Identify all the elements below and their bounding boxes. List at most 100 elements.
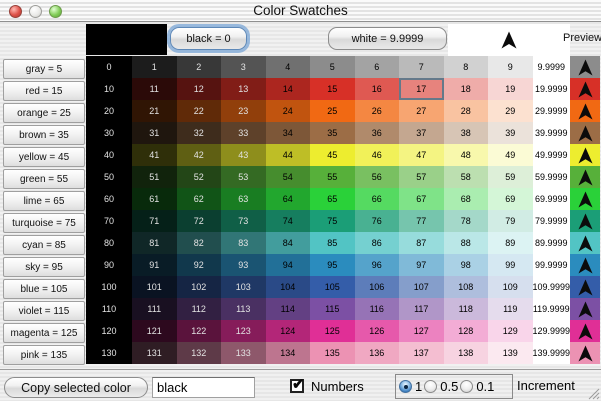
swatch-cell-6[interactable]: 6 bbox=[355, 56, 400, 78]
swatch-cell-35[interactable]: 35 bbox=[310, 122, 355, 144]
swatch-cell-17[interactable]: 17 bbox=[399, 78, 444, 100]
swatch-max-yellow[interactable]: 49.9999 bbox=[533, 144, 571, 166]
swatch-cell-41[interactable]: 41 bbox=[132, 144, 177, 166]
swatch-cell-43[interactable]: 43 bbox=[221, 144, 266, 166]
swatch-cell-95[interactable]: 95 bbox=[310, 254, 355, 276]
swatch-cell-118[interactable]: 118 bbox=[444, 298, 489, 320]
swatch-cell-27[interactable]: 27 bbox=[399, 100, 444, 122]
radio-button-1[interactable] bbox=[399, 380, 412, 393]
swatch-cell-106[interactable]: 106 bbox=[355, 276, 400, 298]
swatch-cell-86[interactable]: 86 bbox=[355, 232, 400, 254]
swatch-cell-116[interactable]: 116 bbox=[355, 298, 400, 320]
sidebar-item-violet[interactable]: violet = 115 bbox=[3, 301, 85, 321]
swatch-cell-15[interactable]: 15 bbox=[310, 78, 355, 100]
swatch-cell-65[interactable]: 65 bbox=[310, 188, 355, 210]
swatch-cell-38[interactable]: 38 bbox=[444, 122, 489, 144]
swatch-cell-57[interactable]: 57 bbox=[399, 166, 444, 188]
swatch-cell-136[interactable]: 136 bbox=[355, 342, 400, 364]
swatch-max-orange[interactable]: 29.9999 bbox=[533, 100, 571, 122]
swatch-cell-124[interactable]: 124 bbox=[266, 320, 311, 342]
swatch-cell-119[interactable]: 119 bbox=[488, 298, 533, 320]
swatch-max-pink[interactable]: 139.9999 bbox=[533, 342, 571, 364]
swatch-cell-79[interactable]: 79 bbox=[488, 210, 533, 232]
swatch-cell-110[interactable]: 110 bbox=[86, 298, 132, 320]
sidebar-item-magenta[interactable]: magenta = 125 bbox=[3, 323, 85, 343]
swatch-cell-34[interactable]: 34 bbox=[266, 122, 311, 144]
swatch-cell-3[interactable]: 3 bbox=[221, 56, 266, 78]
radio-button-0.1[interactable] bbox=[460, 380, 473, 393]
swatch-cell-53[interactable]: 53 bbox=[221, 166, 266, 188]
swatch-cell-52[interactable]: 52 bbox=[177, 166, 222, 188]
swatch-cell-129[interactable]: 129 bbox=[488, 320, 533, 342]
swatch-cell-137[interactable]: 137 bbox=[399, 342, 444, 364]
swatch-cell-93[interactable]: 93 bbox=[221, 254, 266, 276]
swatch-cell-29[interactable]: 29 bbox=[488, 100, 533, 122]
swatch-cell-8[interactable]: 8 bbox=[444, 56, 489, 78]
swatch-cell-54[interactable]: 54 bbox=[266, 166, 311, 188]
swatch-max-sky[interactable]: 99.9999 bbox=[533, 254, 571, 276]
swatch-cell-123[interactable]: 123 bbox=[221, 320, 266, 342]
swatch-cell-115[interactable]: 115 bbox=[310, 298, 355, 320]
sidebar-item-red[interactable]: red = 15 bbox=[3, 81, 85, 101]
swatch-cell-19[interactable]: 19 bbox=[488, 78, 533, 100]
swatch-cell-23[interactable]: 23 bbox=[221, 100, 266, 122]
swatch-cell-84[interactable]: 84 bbox=[266, 232, 311, 254]
swatch-cell-82[interactable]: 82 bbox=[177, 232, 222, 254]
swatch-cell-117[interactable]: 117 bbox=[399, 298, 444, 320]
swatch-cell-121[interactable]: 121 bbox=[132, 320, 177, 342]
resize-grip-icon[interactable] bbox=[586, 386, 600, 400]
swatch-cell-122[interactable]: 122 bbox=[177, 320, 222, 342]
swatch-cell-88[interactable]: 88 bbox=[444, 232, 489, 254]
swatch-cell-99[interactable]: 99 bbox=[488, 254, 533, 276]
swatch-cell-64[interactable]: 64 bbox=[266, 188, 311, 210]
sidebar-item-blue[interactable]: blue = 105 bbox=[3, 279, 85, 299]
swatch-cell-63[interactable]: 63 bbox=[221, 188, 266, 210]
swatch-cell-49[interactable]: 49 bbox=[488, 144, 533, 166]
swatch-cell-13[interactable]: 13 bbox=[221, 78, 266, 100]
swatch-cell-45[interactable]: 45 bbox=[310, 144, 355, 166]
swatch-cell-72[interactable]: 72 bbox=[177, 210, 222, 232]
swatch-max-cyan[interactable]: 89.9999 bbox=[533, 232, 571, 254]
swatch-cell-33[interactable]: 33 bbox=[221, 122, 266, 144]
swatch-cell-31[interactable]: 31 bbox=[132, 122, 177, 144]
swatch-cell-100[interactable]: 100 bbox=[86, 276, 132, 298]
swatch-max-lime[interactable]: 69.9999 bbox=[533, 188, 571, 210]
swatch-max-brown[interactable]: 39.9999 bbox=[533, 122, 571, 144]
swatch-cell-139[interactable]: 139 bbox=[488, 342, 533, 364]
swatch-cell-47[interactable]: 47 bbox=[399, 144, 444, 166]
swatch-cell-101[interactable]: 101 bbox=[132, 276, 177, 298]
swatch-cell-68[interactable]: 68 bbox=[444, 188, 489, 210]
swatch-cell-37[interactable]: 37 bbox=[399, 122, 444, 144]
swatch-max-gray[interactable]: 9.9999 bbox=[533, 56, 571, 78]
swatch-cell-28[interactable]: 28 bbox=[444, 100, 489, 122]
swatch-cell-25[interactable]: 25 bbox=[310, 100, 355, 122]
swatch-cell-66[interactable]: 66 bbox=[355, 188, 400, 210]
swatch-cell-113[interactable]: 113 bbox=[221, 298, 266, 320]
sidebar-item-gray[interactable]: gray = 5 bbox=[3, 59, 85, 79]
swatch-cell-78[interactable]: 78 bbox=[444, 210, 489, 232]
swatch-cell-44[interactable]: 44 bbox=[266, 144, 311, 166]
sidebar-item-brown[interactable]: brown = 35 bbox=[3, 125, 85, 145]
swatch-cell-97[interactable]: 97 bbox=[399, 254, 444, 276]
swatch-max-violet[interactable]: 119.9999 bbox=[533, 298, 571, 320]
sidebar-item-yellow[interactable]: yellow = 45 bbox=[3, 147, 85, 167]
swatch-cell-40[interactable]: 40 bbox=[86, 144, 132, 166]
white-button[interactable]: white = 9.9999 bbox=[328, 27, 447, 50]
swatch-max-magenta[interactable]: 129.9999 bbox=[533, 320, 571, 342]
black-button[interactable]: black = 0 bbox=[170, 27, 247, 50]
swatch-cell-94[interactable]: 94 bbox=[266, 254, 311, 276]
selected-color-field[interactable] bbox=[152, 377, 255, 398]
swatch-cell-105[interactable]: 105 bbox=[310, 276, 355, 298]
swatch-cell-87[interactable]: 87 bbox=[399, 232, 444, 254]
swatch-cell-130[interactable]: 130 bbox=[86, 342, 132, 364]
swatch-cell-22[interactable]: 22 bbox=[177, 100, 222, 122]
numbers-checkbox[interactable]: ✔ bbox=[290, 379, 304, 393]
swatch-cell-70[interactable]: 70 bbox=[86, 210, 132, 232]
swatch-cell-102[interactable]: 102 bbox=[177, 276, 222, 298]
swatch-cell-112[interactable]: 112 bbox=[177, 298, 222, 320]
radio-button-0.5[interactable] bbox=[424, 380, 437, 393]
swatch-max-green[interactable]: 59.9999 bbox=[533, 166, 571, 188]
swatch-cell-62[interactable]: 62 bbox=[177, 188, 222, 210]
swatch-cell-10[interactable]: 10 bbox=[86, 78, 132, 100]
swatch-cell-74[interactable]: 74 bbox=[266, 210, 311, 232]
